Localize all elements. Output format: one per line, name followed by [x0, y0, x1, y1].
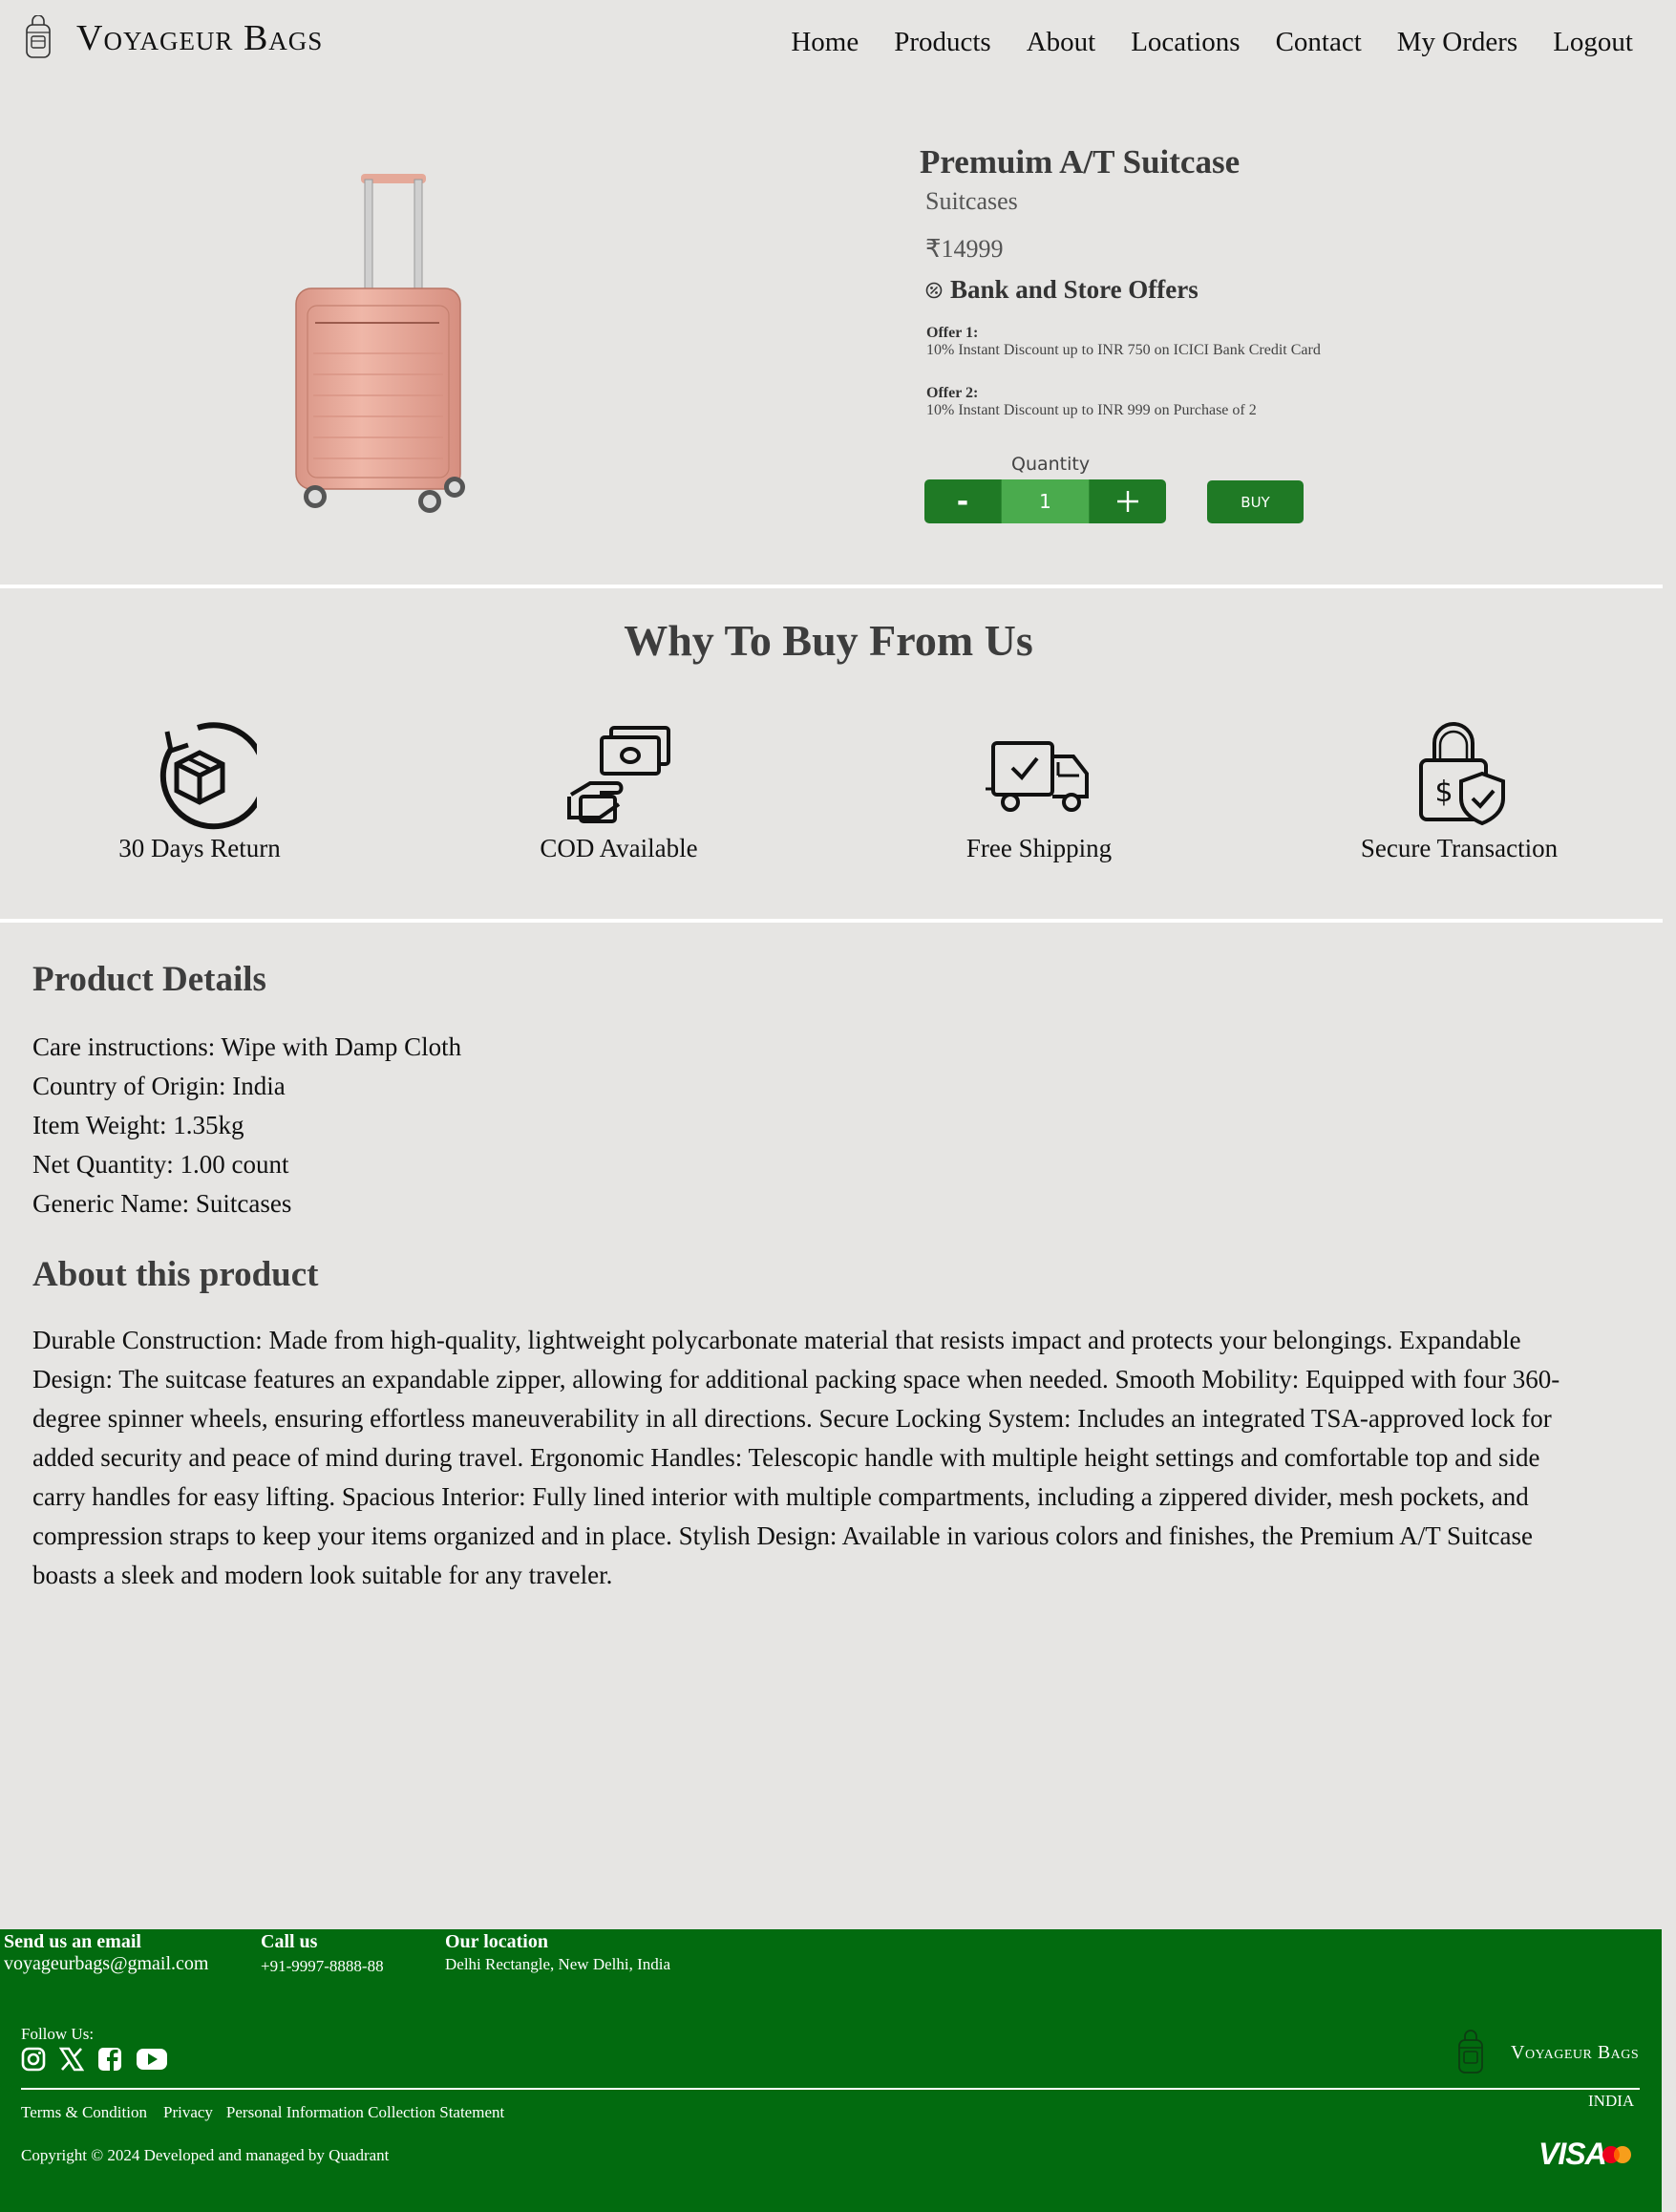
footer-call-heading: Call us — [261, 1931, 318, 1952]
offer-text: 10% Instant Discount up to INR 999 on Pu… — [926, 402, 1257, 418]
offer-label: Offer 1: — [926, 325, 979, 341]
feature-cod: COD Available — [476, 722, 762, 863]
box-return-icon — [159, 722, 257, 830]
quantity-increment-button[interactable] — [1090, 479, 1166, 523]
backpack-logo-icon — [1458, 2030, 1483, 2074]
footer-divider — [21, 2088, 1640, 2090]
feature-label: COD Available — [540, 834, 698, 862]
nav-contact[interactable]: Contact — [1276, 27, 1362, 58]
header: Voyageur Bags Home Products About Locati… — [0, 0, 1676, 88]
backpack-logo-icon — [26, 15, 51, 58]
nav-home[interactable]: Home — [791, 27, 859, 58]
detail-item: Care instructions: Wipe with Damp Cloth — [32, 1032, 462, 1061]
buy-button[interactable]: BUY — [1207, 480, 1304, 523]
instagram-icon[interactable] — [21, 2046, 46, 2073]
about-product-heading: About this product — [32, 1255, 319, 1294]
footer-email-link[interactable]: voyageurbags@gmail.com — [4, 1953, 208, 1975]
detail-item: Country of Origin: India — [32, 1072, 286, 1100]
footer-brand[interactable]: Voyageur Bags — [1452, 2029, 1639, 2076]
feature-label: Secure Transaction — [1360, 834, 1559, 862]
feature-secure: $ Secure Transaction — [1316, 722, 1602, 863]
quantity-value[interactable]: 1 — [1001, 479, 1090, 523]
feature-return: 30 Days Return — [56, 722, 343, 863]
footer-call: Call us +91-9997-8888-88 — [261, 1931, 384, 1976]
offer-label: Offer 2: — [926, 385, 979, 401]
footer-email: Send us an email voyageurbags@gmail.com — [4, 1931, 208, 1975]
footer-location: Our location Delhi Rectangle, New Delhi,… — [445, 1931, 670, 1974]
footer-links: Terms & Condition Privacy Personal Infor… — [21, 2103, 504, 2122]
section-divider — [0, 585, 1663, 588]
nav-my-orders[interactable]: My Orders — [1397, 27, 1517, 58]
footer-location-heading: Our location — [445, 1931, 548, 1952]
detail-item: Generic Name: Suitcases — [32, 1189, 292, 1218]
offer-text: 10% Instant Discount up to INR 750 on IC… — [926, 342, 1321, 358]
footer: Send us an email voyageurbags@gmail.com … — [0, 1929, 1662, 2212]
product-details-list: Care instructions: Wipe with Damp Cloth … — [32, 1028, 461, 1223]
brand-name: Voyageur Bags — [76, 18, 324, 58]
follow-us-label: Follow Us: — [21, 2025, 95, 2043]
plus-icon — [1117, 491, 1138, 512]
feature-label: 30 Days Return — [118, 834, 281, 862]
nav-logout[interactable]: Logout — [1553, 27, 1633, 58]
feature-label: Free Shipping — [965, 834, 1113, 862]
product-title: Premuim A/T Suitcase — [920, 143, 1241, 181]
social-links — [21, 2046, 168, 2073]
product-details-heading: Product Details — [32, 960, 266, 999]
detail-item: Item Weight: 1.35kg — [32, 1111, 244, 1139]
quantity-stepper: - 1 — [924, 479, 1166, 523]
detail-item: Net Quantity: 1.00 count — [32, 1150, 289, 1179]
offer-item: Offer 2: 10% Instant Discount up to INR … — [926, 385, 1257, 419]
terms-link[interactable]: Terms & Condition — [21, 2103, 147, 2122]
footer-phone[interactable]: +91-9997-8888-88 — [261, 1957, 384, 1976]
product-category: Suitcases — [925, 187, 1018, 215]
suitcase-product-image — [295, 174, 465, 513]
offers-heading-text: Bank and Store Offers — [950, 275, 1199, 304]
visa-logo: VISA — [1538, 2137, 1607, 2171]
footer-brand-name: Voyageur Bags — [1511, 2041, 1640, 2063]
brand[interactable]: Voyageur Bags — [19, 15, 323, 61]
lock-shield-icon: $ — [1419, 722, 1505, 826]
facebook-icon[interactable] — [97, 2046, 122, 2073]
footer-country: INDIA — [1588, 2092, 1635, 2110]
why-buy-heading: Why To Buy From Us — [624, 616, 1033, 665]
privacy-link[interactable]: Privacy — [163, 2103, 213, 2122]
product-price: ₹14999 — [925, 235, 1004, 263]
nav-about[interactable]: About — [1027, 27, 1096, 58]
svg-text:$: $ — [1434, 776, 1453, 809]
main-nav: Home Products About Locations Contact My… — [791, 27, 1633, 58]
cash-hand-icon — [567, 726, 670, 823]
youtube-icon[interactable] — [136, 2046, 168, 2073]
about-product-text: Durable Construction: Made from high-qua… — [32, 1326, 1560, 1589]
quantity-label: Quantity — [1011, 454, 1091, 475]
footer-email-heading: Send us an email — [4, 1931, 141, 1952]
discount-icon — [925, 282, 943, 298]
offer-item: Offer 1: 10% Instant Discount up to INR … — [926, 325, 1321, 359]
nav-locations[interactable]: Locations — [1131, 27, 1240, 58]
x-icon[interactable] — [59, 2046, 84, 2073]
copyright: Copyright © 2024 Developed and managed b… — [21, 2146, 390, 2164]
feature-shipping: Free Shipping — [896, 722, 1182, 863]
section-divider — [0, 919, 1663, 923]
delivery-truck-icon — [986, 741, 1089, 812]
quantity-decrement-button[interactable]: - — [924, 479, 1001, 523]
mastercard-logo-icon — [1602, 2146, 1631, 2163]
footer-location-text: Delhi Rectangle, New Delhi, India — [445, 1955, 671, 1973]
personal-info-link[interactable]: Personal Information Collection Statemen… — [226, 2103, 504, 2122]
offers-heading: Bank and Store Offers — [925, 275, 1199, 305]
nav-products[interactable]: Products — [894, 27, 991, 58]
